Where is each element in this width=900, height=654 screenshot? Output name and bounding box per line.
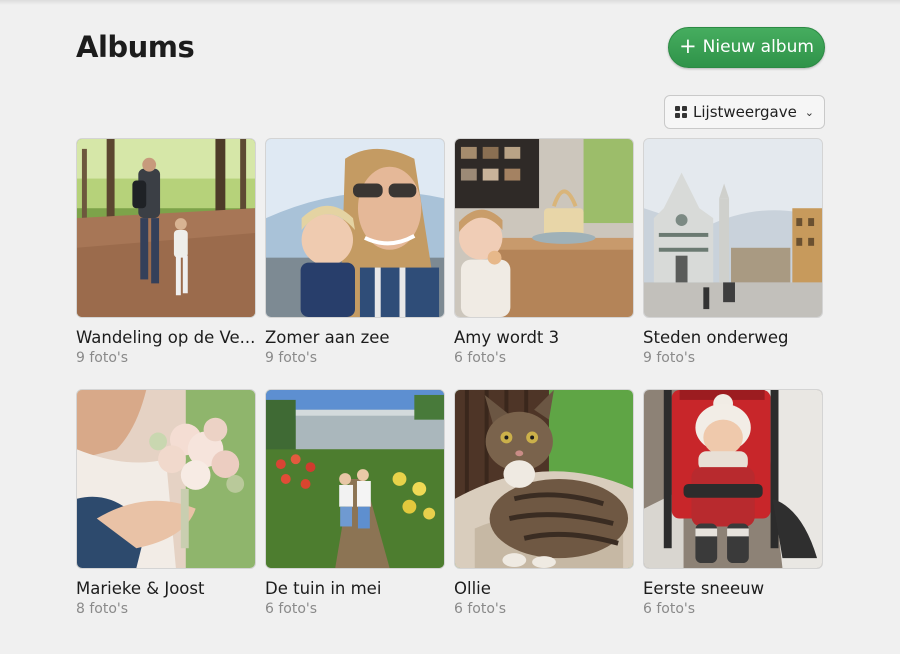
album-thumbnail[interactable] xyxy=(454,138,634,318)
album-thumbnail[interactable] xyxy=(265,389,445,569)
album-photo-count: 6 foto's xyxy=(454,350,507,366)
album-thumbnail[interactable] xyxy=(76,389,256,569)
album-card[interactable]: Zomer aan zee 9 foto's xyxy=(265,138,445,389)
album-card[interactable]: Steden onderweg 9 foto's xyxy=(643,138,823,389)
album-photo-count: 9 foto's xyxy=(265,350,318,366)
new-album-label: Nieuw album xyxy=(702,37,814,57)
album-thumbnail[interactable] xyxy=(265,138,445,318)
album-card[interactable]: Wandeling op de Ve... 9 foto's xyxy=(76,138,256,389)
album-title: Eerste sneeuw xyxy=(643,579,765,598)
album-card[interactable]: Amy wordt 3 6 foto's xyxy=(454,138,634,389)
album-card[interactable]: Ollie 6 foto's xyxy=(454,389,634,640)
album-grid: Wandeling op de Ve... 9 foto's Zomer aan… xyxy=(76,138,826,640)
album-photo-count: 6 foto's xyxy=(454,601,507,617)
album-title: Steden onderweg xyxy=(643,328,789,347)
grid-icon xyxy=(675,106,687,118)
album-title: Ollie xyxy=(454,579,491,598)
album-photo-count: 9 foto's xyxy=(76,350,129,366)
album-photo-count: 8 foto's xyxy=(76,601,129,617)
new-album-button[interactable]: + Nieuw album xyxy=(668,26,825,68)
window-top-shadow xyxy=(0,0,900,5)
album-title: Wandeling op de Ve... xyxy=(76,328,256,347)
album-thumbnail[interactable] xyxy=(454,389,634,569)
page-header: Albums + Nieuw album xyxy=(76,26,825,68)
album-card[interactable]: Marieke & Joost 8 foto's xyxy=(76,389,256,640)
album-card[interactable]: Eerste sneeuw 6 foto's xyxy=(643,389,823,640)
album-title: De tuin in mei xyxy=(265,579,382,598)
album-photo-count: 6 foto's xyxy=(643,601,696,617)
plus-icon: + xyxy=(679,33,697,58)
view-toggle-label: Lijstweergave xyxy=(693,103,797,121)
album-photo-count: 6 foto's xyxy=(265,601,318,617)
album-thumbnail[interactable] xyxy=(76,138,256,318)
album-card[interactable]: De tuin in mei 6 foto's xyxy=(265,389,445,640)
album-title: Marieke & Joost xyxy=(76,579,205,598)
view-toggle-dropdown[interactable]: Lijstweergave ⌄ xyxy=(664,95,825,129)
album-title: Zomer aan zee xyxy=(265,328,390,347)
album-thumbnail[interactable] xyxy=(643,138,823,318)
page-title: Albums xyxy=(76,30,195,64)
album-title: Amy wordt 3 xyxy=(454,328,560,347)
album-thumbnail[interactable] xyxy=(643,389,823,569)
chevron-down-icon: ⌄ xyxy=(804,105,814,119)
album-photo-count: 9 foto's xyxy=(643,350,696,366)
